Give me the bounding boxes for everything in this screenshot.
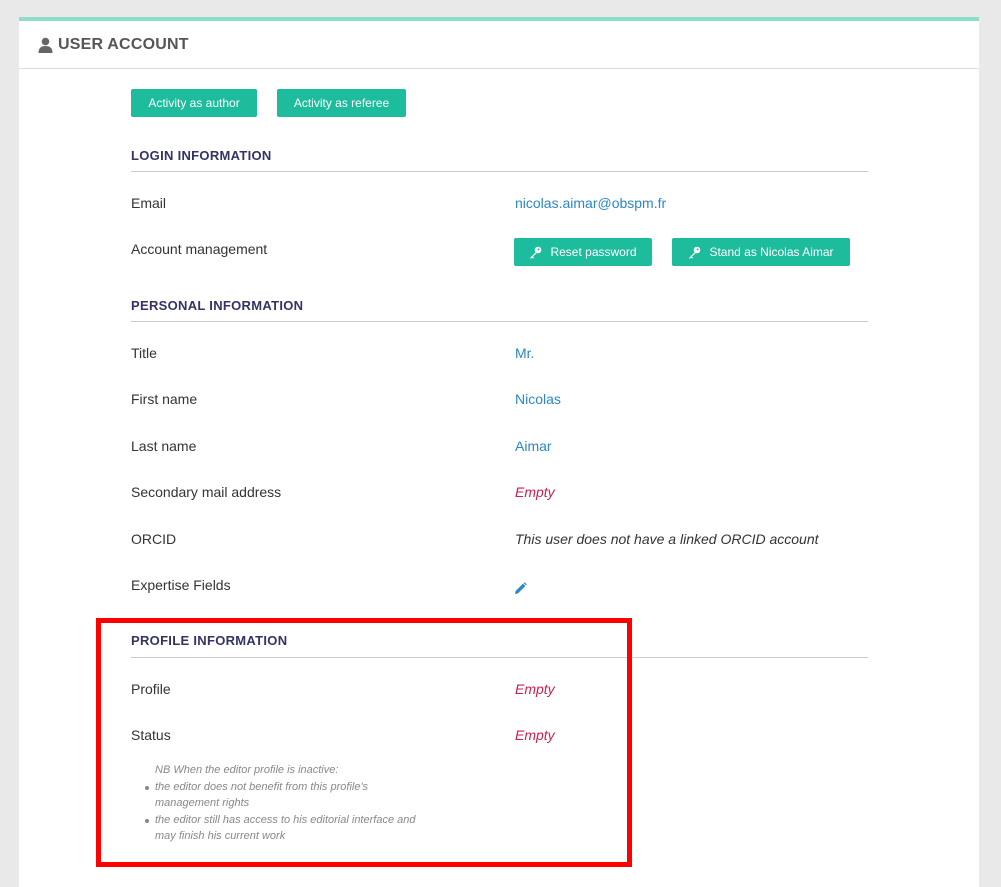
expertise-fields-label: Expertise Fields <box>131 577 231 593</box>
note-item: the editor does not benefit from this pr… <box>145 779 435 812</box>
stand-as-user-label: Stand as Nicolas Aimar <box>709 245 834 259</box>
login-section-title: LOGIN INFORMATION <box>131 148 272 163</box>
secondary-mail-value[interactable]: Empty <box>515 484 555 500</box>
first-name-label: First name <box>131 391 198 407</box>
account-management-label: Account management <box>131 241 268 257</box>
editor-profile-note: NB When the editor profile is inactive: … <box>145 762 435 845</box>
reset-password-label: Reset password <box>550 245 637 259</box>
page-title: USER ACCOUNT <box>58 35 189 53</box>
status-value[interactable]: Empty <box>515 727 555 743</box>
user-icon <box>38 37 53 53</box>
note-heading: NB When the editor profile is inactive: <box>155 764 339 776</box>
personal-section-title: PERSONAL INFORMATION <box>131 298 304 313</box>
email-label: Email <box>131 195 167 211</box>
key-icon <box>688 246 701 259</box>
secondary-mail-label: Secondary mail address <box>131 484 282 500</box>
status-label: Status <box>131 727 171 743</box>
title-label: Title <box>131 345 157 361</box>
user-account-panel: USER ACCOUNT Activity as author Activity… <box>19 17 979 887</box>
pencil-icon[interactable] <box>514 582 527 595</box>
last-name-label: Last name <box>131 438 197 454</box>
profile-section-divider <box>131 657 868 658</box>
personal-section-divider <box>131 321 868 322</box>
login-section-divider <box>131 171 868 172</box>
email-link[interactable]: nicolas.aimar@obspm.fr <box>515 195 666 211</box>
note-item: the editor still has access to his edito… <box>145 812 435 845</box>
first-name-value[interactable]: Nicolas <box>515 391 561 407</box>
last-name-value[interactable]: Aimar <box>515 438 552 454</box>
profile-label: Profile <box>131 681 171 697</box>
activity-as-author-button[interactable]: Activity as author <box>131 89 257 117</box>
orcid-value: This user does not have a linked ORCID a… <box>515 531 819 547</box>
profile-section-title: PROFILE INFORMATION <box>131 633 288 648</box>
activity-as-referee-button[interactable]: Activity as referee <box>277 89 406 117</box>
panel-header: USER ACCOUNT <box>19 21 979 69</box>
key-icon <box>529 246 542 259</box>
stand-as-user-button[interactable]: Stand as Nicolas Aimar <box>672 238 850 266</box>
orcid-label: ORCID <box>131 531 177 547</box>
note-list: the editor does not benefit from this pr… <box>145 779 435 845</box>
reset-password-button[interactable]: Reset password <box>514 238 652 266</box>
title-value[interactable]: Mr. <box>515 345 534 361</box>
profile-value[interactable]: Empty <box>515 681 555 697</box>
